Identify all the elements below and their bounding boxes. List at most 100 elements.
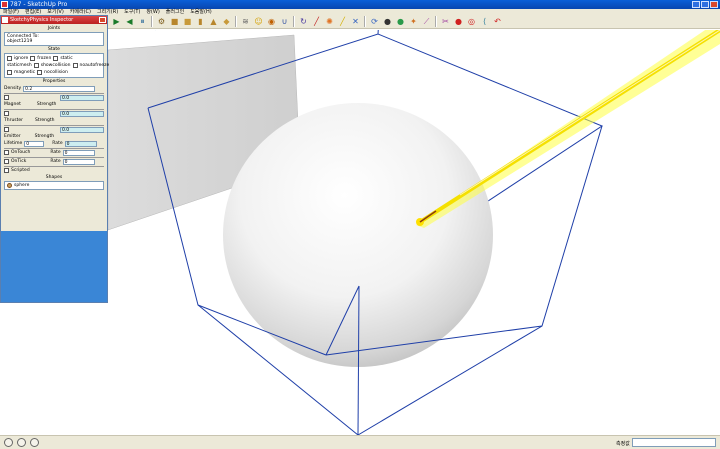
rotate-icon[interactable]: ↻ [298,16,309,27]
inspector-body: Joints Connected To: object1219 State ig… [1,24,110,231]
sketchup-window: 787 - SketchUp Pro 파일(F) 편집(E) 보기(V) 카메라… [0,0,720,449]
title-bar: 787 - SketchUp Pro [0,0,720,9]
star-icon[interactable]: ✦ [408,16,419,27]
geo-location-icon[interactable] [4,438,13,447]
emitter-checkbox[interactable] [4,127,9,132]
cone-icon[interactable]: ▲ [208,16,219,27]
curve-icon[interactable]: ⟨ [479,16,490,27]
inspector-close-button[interactable] [99,17,106,23]
sphere-object[interactable] [223,103,493,367]
target-icon[interactable]: ◎ [466,16,477,27]
showcollision-checkbox[interactable] [72,63,78,68]
joints-box: Connected To: object1219 [4,32,104,46]
magnet-icon[interactable]: ∪ [279,16,290,27]
magnetic-checkbox[interactable] [7,70,12,75]
ontick-label: OnTick [11,159,27,164]
pause-icon[interactable]: ⏸ [137,16,148,27]
thruster-label: Thruster [4,118,24,123]
wand-icon[interactable]: ⟋ [421,16,432,27]
cross-icon[interactable]: ✕ [350,16,361,27]
magnet-group: 0.0 Magnet Strength [4,93,104,108]
help-icon[interactable] [30,438,39,447]
magnet-label: Magnet [4,102,21,107]
measurements-field[interactable] [632,438,716,447]
toolbar-separator [364,16,366,27]
staticmesh-checkbox[interactable] [33,63,39,68]
status-icons [4,438,39,447]
showcollision-label: showcollision [40,63,71,68]
emitter-strength-label: Strength [34,134,55,139]
scripted-label: Scripted [11,168,30,173]
toolbar-separator [235,16,237,27]
undo-icon[interactable]: ↶ [492,16,503,27]
maximize-button[interactable] [701,1,709,8]
static-checkbox[interactable] [53,56,59,61]
lifetime-field[interactable]: 0 [24,140,45,147]
emitter-strength-field[interactable]: 0.0 [60,126,104,133]
toolbar-separator [293,16,295,27]
thruster-strength-field[interactable]: 0.0 [60,110,104,117]
ontouch-label: OnTouch [11,150,31,155]
thruster-beam [416,30,720,228]
ontick-rate-field[interactable]: 0 [62,158,95,165]
gear-icon[interactable]: ✺ [324,16,335,27]
box-icon[interactable]: ■ [182,16,193,27]
scissors-icon[interactable]: ✂ [440,16,451,27]
ignore-checkbox[interactable] [7,56,12,61]
window-controls [692,1,718,8]
gear-icon[interactable]: ⚙ [156,16,167,27]
bottle-icon[interactable]: ◆ [221,16,232,27]
rewind-icon[interactable]: ◀ [124,16,135,27]
noautofreeze-label: noautofreeze [79,63,110,68]
ontouch-rate-field[interactable]: 0 [62,149,95,156]
status-bar: 측정값 [0,435,720,449]
ball-icon[interactable]: ● [382,16,393,27]
ontick-checkbox[interactable] [4,159,9,164]
minimize-button[interactable] [692,1,700,8]
inspector-title-bar[interactable]: SketchyPhysics Inspector [1,16,107,24]
density-field[interactable]: 0.2 [23,85,96,92]
globe-icon[interactable]: ● [395,16,406,27]
shape-list-item[interactable]: sphere [4,181,104,190]
scripted-group: Scripted [4,166,104,174]
cylinder-icon[interactable]: ▮ [195,16,206,27]
static-label: static [60,56,73,61]
ontouch-checkbox[interactable] [4,150,9,155]
scripted-checkbox[interactable] [4,168,9,173]
toolbar: ▶ ◀ ⏸ ⚙ ■ ■ ▮ ▲ ◆ ≋ ☺ ◉ ∪ ↻ ╱ ✺ ╱ ✕ ⟳ ● ● ✦ ⟋ ✂ ● ◎ ⟨ ↶ [108,15,720,29]
smiley-icon[interactable]: ☺ [253,16,264,27]
pen-icon[interactable]: ╱ [337,16,348,27]
thruster-checkbox[interactable] [4,111,9,116]
ignore-label: ignore [14,56,29,61]
thruster-group: 0.0 Thruster Strength [4,109,104,124]
ontouch-group: OnTouch Rate 0 [4,148,104,156]
pin-icon[interactable]: ◉ [266,16,277,27]
nocollision-label: nocollision [44,70,68,75]
measurements-label: 측정값 [616,441,630,447]
emitter-label: Emitter [4,134,21,139]
viewport-3d[interactable] [108,30,720,435]
shape-name: sphere [14,183,30,188]
connected-to-value[interactable]: object1219 [7,39,101,44]
magnet-checkbox[interactable] [4,95,9,100]
record-icon[interactable]: ● [453,16,464,27]
frozen-checkbox[interactable] [30,56,36,61]
toolbar-separator [151,16,153,27]
magnetic-label: magnetic [14,70,36,75]
ontick-group: OnTick Rate 0 [4,157,104,165]
credits-icon[interactable] [17,438,26,447]
play-icon[interactable]: ▶ [111,16,122,27]
close-button[interactable] [710,1,718,8]
spring-icon[interactable]: ≋ [240,16,251,27]
box-icon[interactable]: ■ [169,16,180,27]
rate-field[interactable]: 0 [64,140,97,147]
density-label: Density [4,86,22,91]
ontouch-rate-label: Rate [50,150,61,155]
rate-label: Rate [52,141,63,146]
staticmesh-label: staticmesh [7,63,32,68]
nocollision-checkbox[interactable] [37,70,43,75]
toolbar-separator [435,16,437,27]
magnet-strength-field[interactable]: 0.0 [60,94,104,101]
line-icon[interactable]: ╱ [311,16,322,27]
refresh-icon[interactable]: ⟳ [369,16,380,27]
